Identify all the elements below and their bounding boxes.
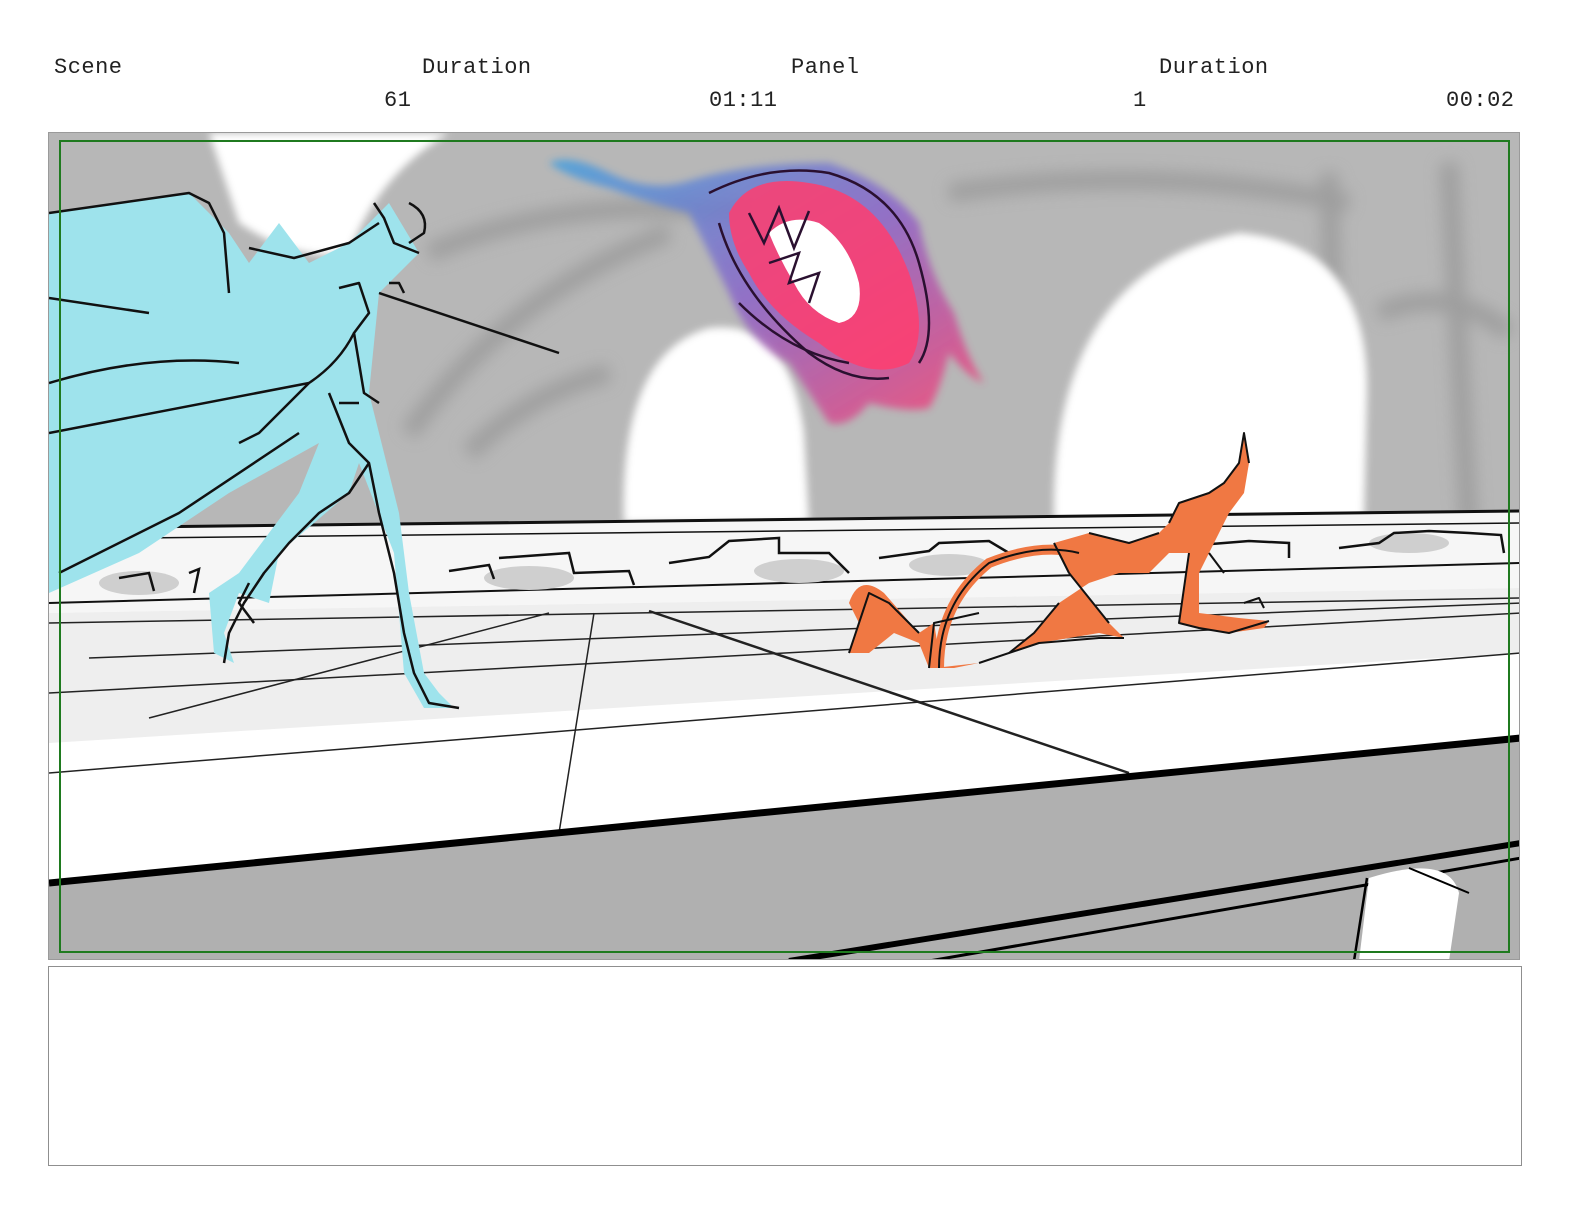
notes-box[interactable] (48, 966, 1522, 1166)
storyboard-panel[interactable] (48, 132, 1520, 960)
panel-label: Panel (791, 55, 860, 80)
panel-number: 1 (1133, 88, 1147, 113)
notes-text (49, 967, 1521, 987)
scene-duration-label: Duration (422, 55, 532, 80)
scene-duration-value: 01:11 (709, 88, 778, 113)
panel-duration-value: 00:02 (1446, 88, 1515, 113)
scene-label: Scene (54, 55, 123, 80)
panel-artwork (49, 133, 1519, 959)
scene-number: 61 (384, 88, 412, 113)
panel-duration-label: Duration (1159, 55, 1269, 80)
